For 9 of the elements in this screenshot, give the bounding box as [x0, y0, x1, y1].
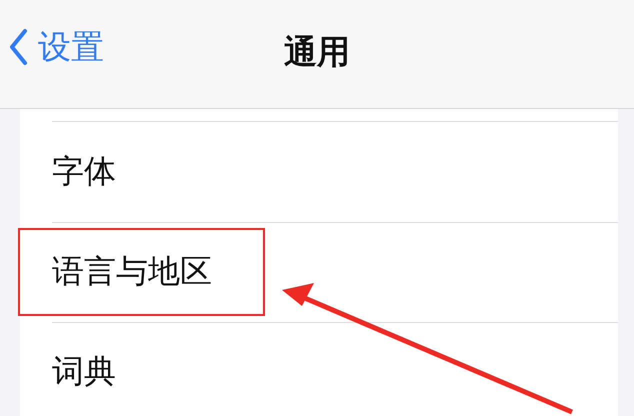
row-label: 词典	[52, 351, 116, 392]
settings-row[interactable]: 字体	[20, 122, 618, 222]
back-chevron-icon	[8, 28, 28, 66]
settings-row[interactable]: 词典	[20, 322, 618, 416]
row-label: 字体	[52, 151, 116, 192]
row-label: 语言与地区	[52, 251, 212, 292]
screen-title: 通用	[284, 31, 350, 73]
settings-row[interactable]: 语言与地区	[20, 222, 618, 322]
back-button[interactable]: 设置	[0, 24, 104, 70]
